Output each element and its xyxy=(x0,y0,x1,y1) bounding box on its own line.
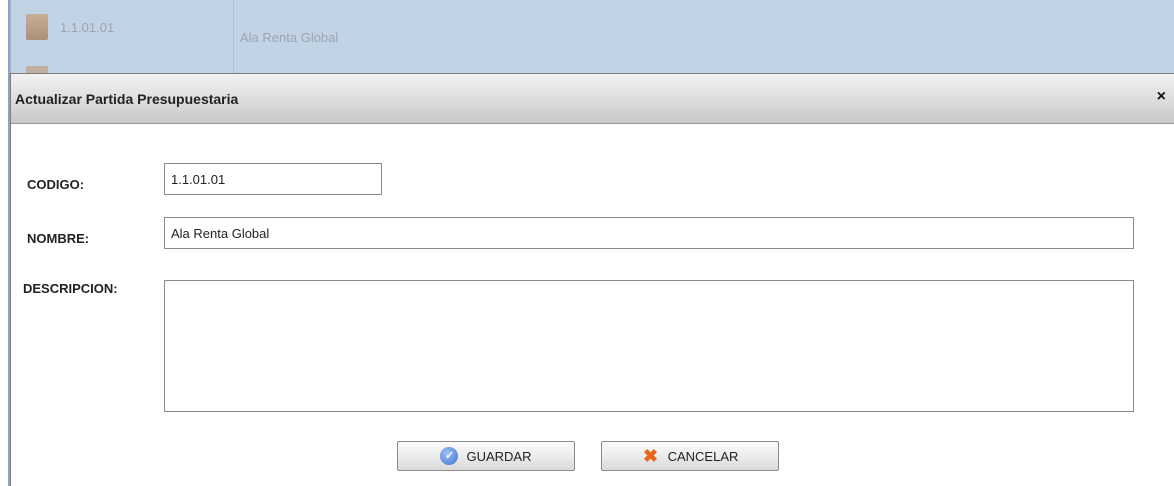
descripcion-textarea[interactable] xyxy=(164,280,1134,412)
close-icon[interactable]: × xyxy=(1157,89,1166,105)
x-icon: ✖ xyxy=(643,446,659,466)
codigo-label: CODIGO: xyxy=(27,177,85,192)
cancel-button-label: CANCELAR xyxy=(667,448,739,464)
grid-row-name: Ala Renta Global xyxy=(240,30,339,45)
grid-row-code: 1.1.01.01 xyxy=(60,20,115,35)
save-button[interactable]: ✓ GUARDAR xyxy=(397,441,575,471)
grid-row-background xyxy=(10,0,1174,78)
check-circle-icon: ✓ xyxy=(440,447,459,465)
dialog-title: Actualizar Partida Presupuestaria xyxy=(15,91,239,107)
codigo-input[interactable] xyxy=(164,163,382,195)
nombre-label: NOMBRE: xyxy=(27,231,90,246)
cancel-button[interactable]: ✖ CANCELAR xyxy=(601,441,779,471)
save-button-label: GUARDAR xyxy=(466,448,532,464)
nombre-input[interactable] xyxy=(164,217,1134,249)
grid-cell-divider xyxy=(233,0,234,78)
update-dialog: Actualizar Partida Presupuestaria × CODI… xyxy=(10,73,1174,486)
folder-icon xyxy=(26,14,48,40)
dialog-header: Actualizar Partida Presupuestaria × xyxy=(11,74,1174,124)
descripcion-label: DESCRIPCION: xyxy=(23,281,118,296)
